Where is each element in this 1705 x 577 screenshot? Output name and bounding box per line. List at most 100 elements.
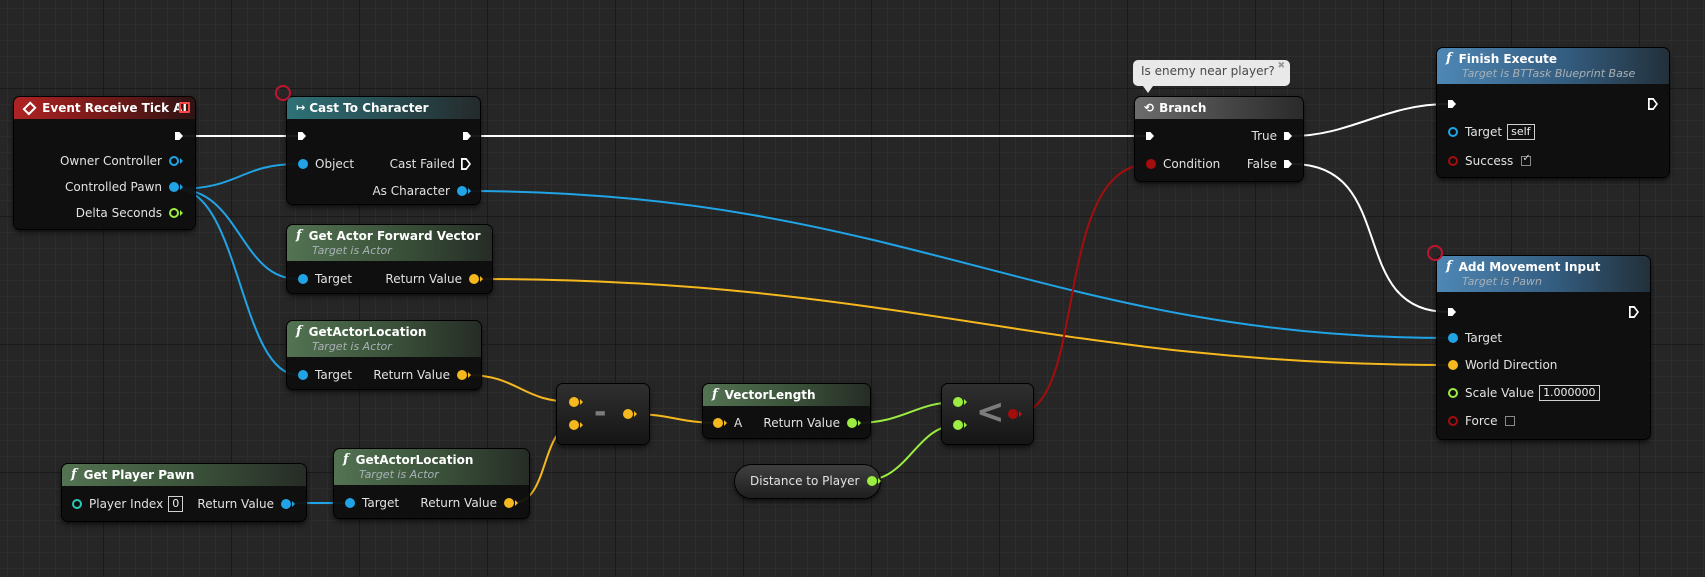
node-title: Get Player Pawn	[83, 468, 195, 482]
pin-return-value[interactable]: Return Value	[420, 494, 518, 512]
bool-pin-icon	[1008, 409, 1018, 419]
function-icon: f	[343, 452, 349, 467]
pin-b[interactable]	[569, 416, 583, 434]
pin-scale-value[interactable]: Scale Value 1.000000	[1448, 384, 1600, 402]
event-diamond-icon	[22, 100, 37, 116]
pin-success[interactable]: Success	[1448, 152, 1532, 170]
pin-label: Return Value	[385, 272, 462, 286]
distance-to-player-variable-node[interactable]: Distance to Player	[735, 465, 881, 498]
pin-as-character[interactable]: As Character	[372, 182, 471, 200]
pin-label: Return Value	[420, 496, 497, 510]
pin-force[interactable]: Force	[1448, 412, 1516, 430]
pin-delta-seconds[interactable]: Delta Seconds	[76, 204, 183, 222]
pin-label: Target	[315, 272, 353, 286]
exec-pin-icon	[1284, 160, 1292, 168]
breakpoint-marker-cast[interactable]	[275, 85, 291, 101]
pin-true[interactable]: True	[1252, 127, 1292, 145]
pin-object[interactable]: Object	[298, 155, 354, 173]
vector-pin-icon	[469, 274, 479, 284]
branch-node[interactable]: ⟲ Branch True Condition False	[1135, 97, 1303, 181]
function-icon: f	[1446, 259, 1452, 274]
pin-return-value[interactable]	[1008, 405, 1022, 423]
vector-length-node[interactable]: f VectorLength A Return Value	[703, 384, 870, 438]
node-title: Finish Execute	[1458, 52, 1558, 66]
pin-target[interactable]: Target self	[1448, 123, 1535, 141]
exec-out-pin[interactable]	[1648, 95, 1658, 113]
get-player-pawn-node[interactable]: f Get Player Pawn Player Index 0 Return V…	[62, 464, 306, 521]
cast-to-character-node[interactable]: ↦ Cast To Character Object Cast Failed As…	[287, 97, 480, 204]
pin-b[interactable]	[953, 416, 967, 434]
pin-target[interactable]: Target	[345, 494, 399, 512]
pin-label: A	[734, 416, 743, 430]
comment-pin-icon[interactable]: ✖	[1277, 61, 1285, 71]
event-receive-tick-ai-node[interactable]: Event Receive Tick AI Owner Controller C…	[14, 97, 195, 229]
node-header: ⟲ Branch	[1135, 97, 1303, 119]
success-checkbox[interactable]	[1521, 153, 1532, 166]
pin-a[interactable]	[569, 393, 583, 411]
pin-target[interactable]: Target	[298, 270, 352, 288]
exec-in-pin[interactable]	[1448, 303, 1456, 321]
pin-condition[interactable]: Condition	[1146, 155, 1220, 173]
scale-value-input[interactable]: 1.000000	[1539, 385, 1600, 401]
pin-a[interactable]	[953, 393, 967, 411]
force-checkbox[interactable]	[1505, 416, 1516, 426]
finish-execute-node[interactable]: f Finish Execute Target is BTTask Bluepri…	[1437, 48, 1669, 177]
pin-false[interactable]: False	[1247, 155, 1292, 173]
pin-label: Controlled Pawn	[65, 180, 162, 194]
exec-pin-icon	[463, 132, 471, 140]
exec-pin-icon	[1284, 132, 1292, 140]
pin-return-value[interactable]: Return Value	[373, 366, 471, 384]
float-pin-icon	[169, 208, 179, 218]
branch-comment-bubble[interactable]: Is enemy near player? ✖	[1133, 60, 1290, 93]
pin-a[interactable]: A	[713, 414, 742, 432]
pin-cast-failed[interactable]: Cast Failed	[390, 155, 471, 173]
vector-subtract-node[interactable]: -	[557, 384, 649, 444]
wire-less-to-condition	[1014, 163, 1151, 415]
less-than-node[interactable]: <	[942, 384, 1033, 444]
wire-as-character-to-addmovement-target	[466, 190, 1449, 339]
vector-pin-icon	[623, 409, 633, 419]
breakpoint-marker-add-movement[interactable]	[1427, 245, 1443, 261]
target-self-value[interactable]: self	[1507, 124, 1535, 140]
pin-target[interactable]: Target	[1448, 329, 1502, 347]
exec-wire-true-to-finish	[1291, 103, 1449, 137]
pin-target[interactable]: Target	[298, 366, 352, 384]
pin-return-value[interactable]: Return Value	[197, 495, 295, 513]
add-movement-input-node[interactable]: f Add Movement Input Target is Pawn Targe…	[1437, 256, 1650, 439]
exec-pin-icon	[1629, 306, 1639, 318]
exec-in-pin[interactable]	[1146, 127, 1154, 145]
pin-player-index[interactable]: Player Index 0	[72, 495, 184, 513]
node-title: Cast To Character	[309, 101, 429, 115]
pin-world-direction[interactable]: World Direction	[1448, 356, 1557, 374]
pin-label: Target	[362, 496, 400, 510]
pin-label: Condition	[1163, 157, 1221, 171]
pin-label: Cast Failed	[389, 157, 455, 171]
pin-owner-controller[interactable]: Owner Controller	[60, 152, 183, 170]
bool-pin-icon	[1448, 156, 1458, 166]
function-icon: f	[296, 324, 302, 339]
pin-label: False	[1246, 157, 1277, 171]
vector-pin-icon	[504, 498, 514, 508]
pin-controlled-pawn[interactable]: Controlled Pawn	[65, 178, 183, 196]
get-actor-forward-vector-node[interactable]: f Get Actor Forward Vector Target is Acto…	[287, 225, 492, 293]
pin-return-value[interactable]	[623, 405, 637, 423]
exec-out-pin[interactable]	[1629, 303, 1639, 321]
branch-icon: ⟲	[1144, 101, 1155, 115]
pin-value[interactable]	[866, 476, 881, 486]
pin-return-value[interactable]: Return Value	[385, 270, 483, 288]
exec-out-pin[interactable]	[463, 127, 471, 145]
node-header: f GetActorLocation Target is Actor	[287, 321, 481, 357]
node-header: ↦ Cast To Character	[287, 97, 480, 119]
player-index-input[interactable]: 0	[168, 496, 184, 512]
exec-out-pin[interactable]	[175, 127, 183, 145]
exec-in-pin[interactable]	[298, 127, 306, 145]
node-subtitle: Target is Actor	[359, 468, 439, 481]
pin-return-value[interactable]: Return Value	[763, 414, 861, 432]
get-actor-location-node-2[interactable]: f GetActorLocation Target is Actor Target…	[334, 449, 529, 518]
exec-in-pin[interactable]	[1448, 95, 1456, 113]
wire-forward-to-world-direction	[478, 278, 1449, 366]
pin-label: Scale Value	[1465, 386, 1535, 400]
wire-pawn-to-location-target	[176, 188, 299, 376]
subtract-symbol: -	[594, 395, 607, 430]
get-actor-location-node-1[interactable]: f GetActorLocation Target is Actor Target…	[287, 321, 481, 389]
